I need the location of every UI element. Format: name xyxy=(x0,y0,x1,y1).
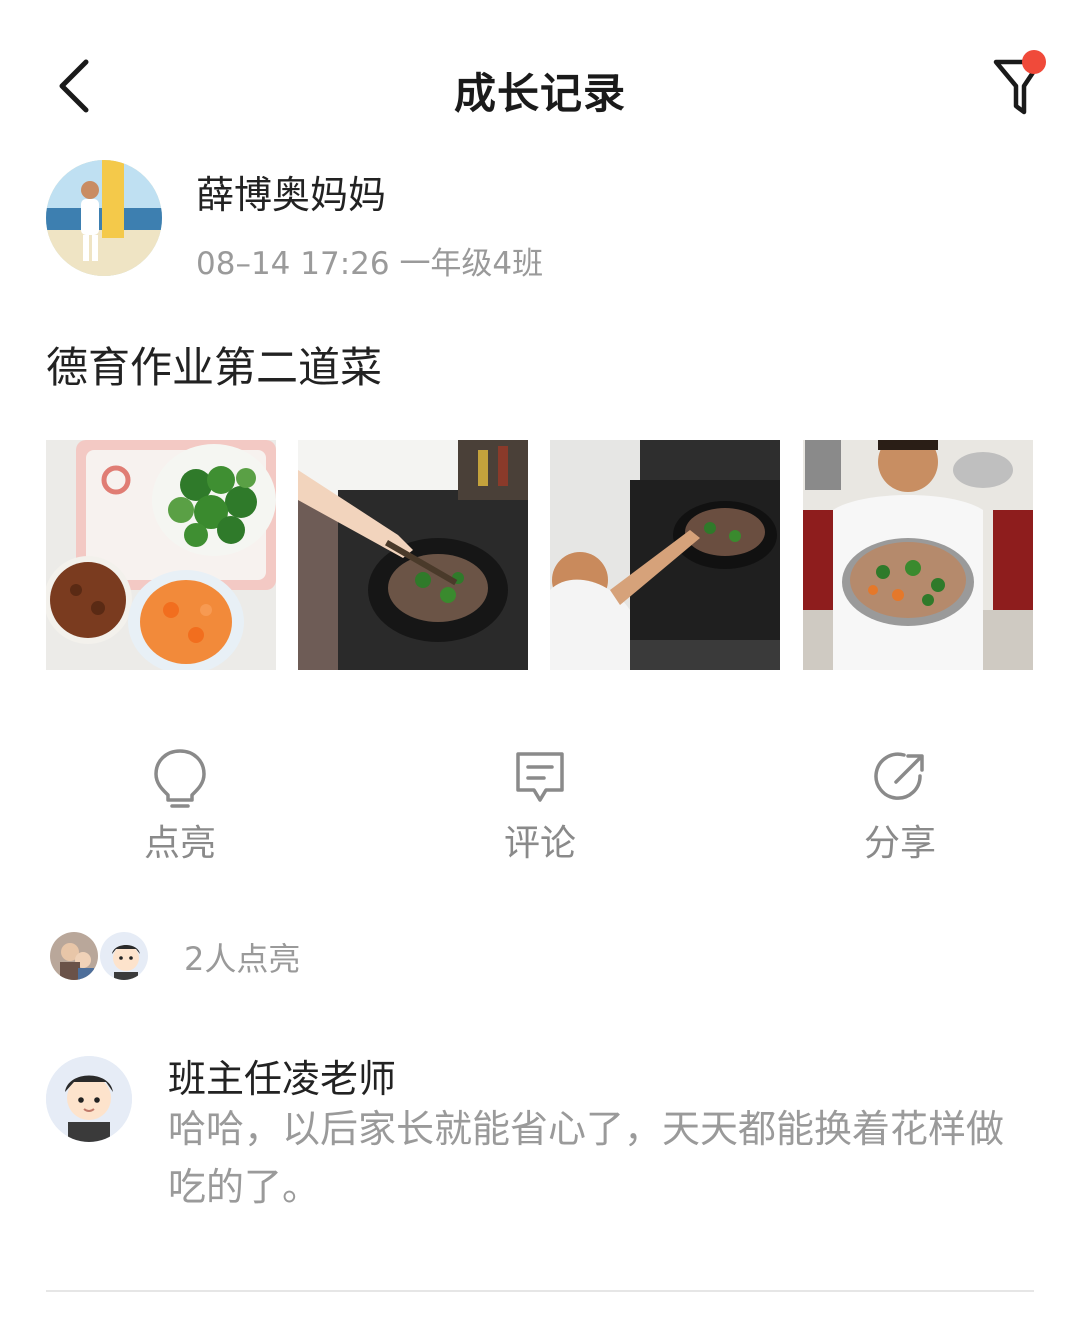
share-icon xyxy=(874,752,924,800)
notification-dot xyxy=(1022,50,1046,74)
liker-avatars[interactable] xyxy=(48,930,158,982)
author-avatar[interactable] xyxy=(46,160,162,276)
page-title: 成长记录 xyxy=(453,69,626,118)
share-button[interactable]: 分享 xyxy=(800,744,1000,864)
share-label: 分享 xyxy=(863,823,936,864)
lightbulb-icon xyxy=(154,749,206,808)
avatar-image xyxy=(46,160,162,276)
photo-stir-frying xyxy=(298,440,528,670)
cartoon-boy-avatar xyxy=(100,932,148,980)
post-photo-4[interactable] xyxy=(803,440,1033,670)
avatar-image xyxy=(50,932,98,980)
cartoon-boy-avatar xyxy=(46,1056,132,1142)
divider xyxy=(46,1290,1034,1292)
like-button[interactable]: 点亮 xyxy=(80,744,280,864)
post-photo-1[interactable] xyxy=(46,440,276,670)
post-meta: 08–14 17:26 一年级4班 xyxy=(196,246,544,282)
comment-text: 哈哈，以后家长就能省心了，天天都能换着花样做吃的了。 xyxy=(168,1107,1005,1209)
post-photo-3[interactable] xyxy=(550,440,780,670)
like-label: 点亮 xyxy=(143,823,216,864)
commenter-avatar[interactable] xyxy=(46,1056,132,1142)
comment-button[interactable]: 评论 xyxy=(440,744,640,864)
comment-icon xyxy=(516,752,564,802)
likes-count[interactable]: 2人点亮 xyxy=(184,934,300,980)
post-text: 德育作业第二道菜 xyxy=(46,343,383,392)
post-photo-2[interactable] xyxy=(298,440,528,670)
comment-label: 评论 xyxy=(503,823,576,864)
liker-avatar-2 xyxy=(98,930,150,982)
top-bar: 成长记录 xyxy=(0,0,1080,170)
photo-child-cooking xyxy=(550,440,780,670)
photo-ingredients xyxy=(46,440,276,670)
author-name[interactable]: 薛博奥妈妈 xyxy=(196,164,386,219)
liker-avatar-1 xyxy=(48,930,100,982)
photo-finished-dish xyxy=(803,440,1033,670)
comment-author[interactable]: 班主任凌老师 xyxy=(168,1048,396,1103)
